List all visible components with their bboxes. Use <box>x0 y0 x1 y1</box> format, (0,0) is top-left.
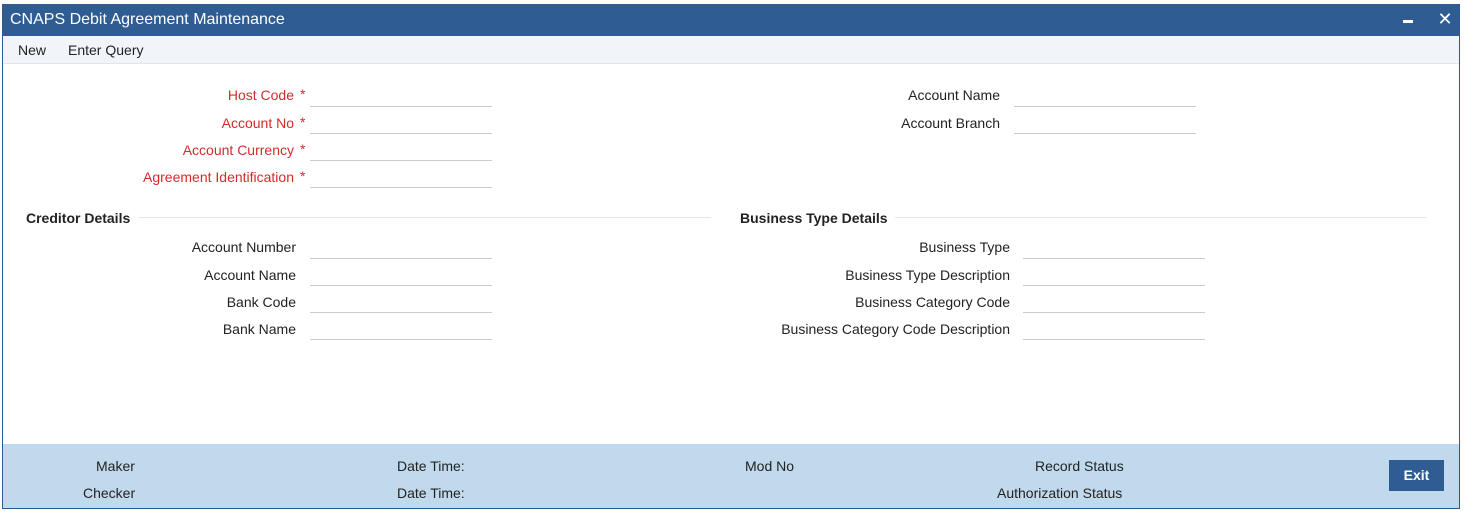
exit-button[interactable]: Exit <box>1389 460 1444 491</box>
creditor-bank-code-input[interactable] <box>310 291 492 313</box>
business-type-input[interactable] <box>1023 237 1205 259</box>
record-status-label: Record Status <box>1035 458 1124 474</box>
mod-no-label: Mod No <box>745 458 795 474</box>
business-category-code-description-input[interactable] <box>1023 318 1205 340</box>
menu-new[interactable]: New <box>18 42 46 58</box>
host-code-input[interactable] <box>310 85 492 107</box>
account-name-input[interactable] <box>1014 85 1196 107</box>
agreement-identification-label: Agreement Identification <box>143 169 294 185</box>
checker-date-time-label: Date Time: <box>397 485 465 501</box>
agreement-window: CNAPS Debit Agreement Maintenance ✕ New … <box>2 4 1460 509</box>
creditor-bank-name-input[interactable] <box>310 318 492 340</box>
authorization-status-label: Authorization Status <box>997 485 1123 501</box>
business-type-label: Business Type <box>919 239 1010 255</box>
creditor-account-number-input[interactable] <box>310 237 492 259</box>
business-category-code-input[interactable] <box>1023 291 1205 313</box>
account-currency-required-mark: * <box>300 141 306 157</box>
account-currency-input[interactable] <box>310 139 492 161</box>
account-branch-input[interactable] <box>1014 112 1196 134</box>
audit-footer: Maker Checker Date Time: Date Time: Mod … <box>3 444 1459 508</box>
title-bar: CNAPS Debit Agreement Maintenance ✕ <box>3 5 1459 36</box>
maker-label: Maker <box>96 458 135 474</box>
creditor-details-heading: Creditor Details <box>26 210 131 226</box>
minimize-icon[interactable] <box>1400 9 1418 29</box>
creditor-account-number-label: Account Number <box>191 239 296 255</box>
maker-date-time-label: Date Time: <box>397 458 465 474</box>
account-no-required-mark: * <box>300 114 306 130</box>
business-type-details-heading: Business Type Details <box>740 210 888 226</box>
account-no-input[interactable] <box>310 112 492 134</box>
business-type-description-label: Business Type Description <box>845 267 1010 283</box>
agreement-identification-input[interactable] <box>310 166 492 188</box>
account-no-label: Account No <box>221 115 294 131</box>
business-category-code-label: Business Category Code <box>855 294 1010 310</box>
host-code-label: Host Code <box>227 87 294 103</box>
account-branch-label: Account Branch <box>901 115 1000 131</box>
checker-label: Checker <box>83 485 136 501</box>
close-icon[interactable]: ✕ <box>1436 9 1454 29</box>
creditor-account-name-label: Account Name <box>204 267 296 283</box>
business-type-details-divider <box>895 217 1426 218</box>
creditor-details-divider <box>138 217 711 218</box>
account-currency-label: Account Currency <box>182 142 294 158</box>
host-code-required-mark: * <box>300 86 306 102</box>
menu-enter-query[interactable]: Enter Query <box>68 42 143 58</box>
account-name-label: Account Name <box>908 87 1000 103</box>
creditor-account-name-input[interactable] <box>310 264 492 286</box>
agreement-identification-required-mark: * <box>300 168 306 184</box>
window-title: CNAPS Debit Agreement Maintenance <box>10 11 285 28</box>
business-type-description-input[interactable] <box>1023 264 1205 286</box>
business-category-code-description-label: Business Category Code Description <box>781 321 1010 337</box>
creditor-bank-name-label: Bank Name <box>222 321 296 337</box>
creditor-bank-code-label: Bank Code <box>226 294 296 310</box>
menu-bar: New Enter Query <box>3 36 1459 64</box>
